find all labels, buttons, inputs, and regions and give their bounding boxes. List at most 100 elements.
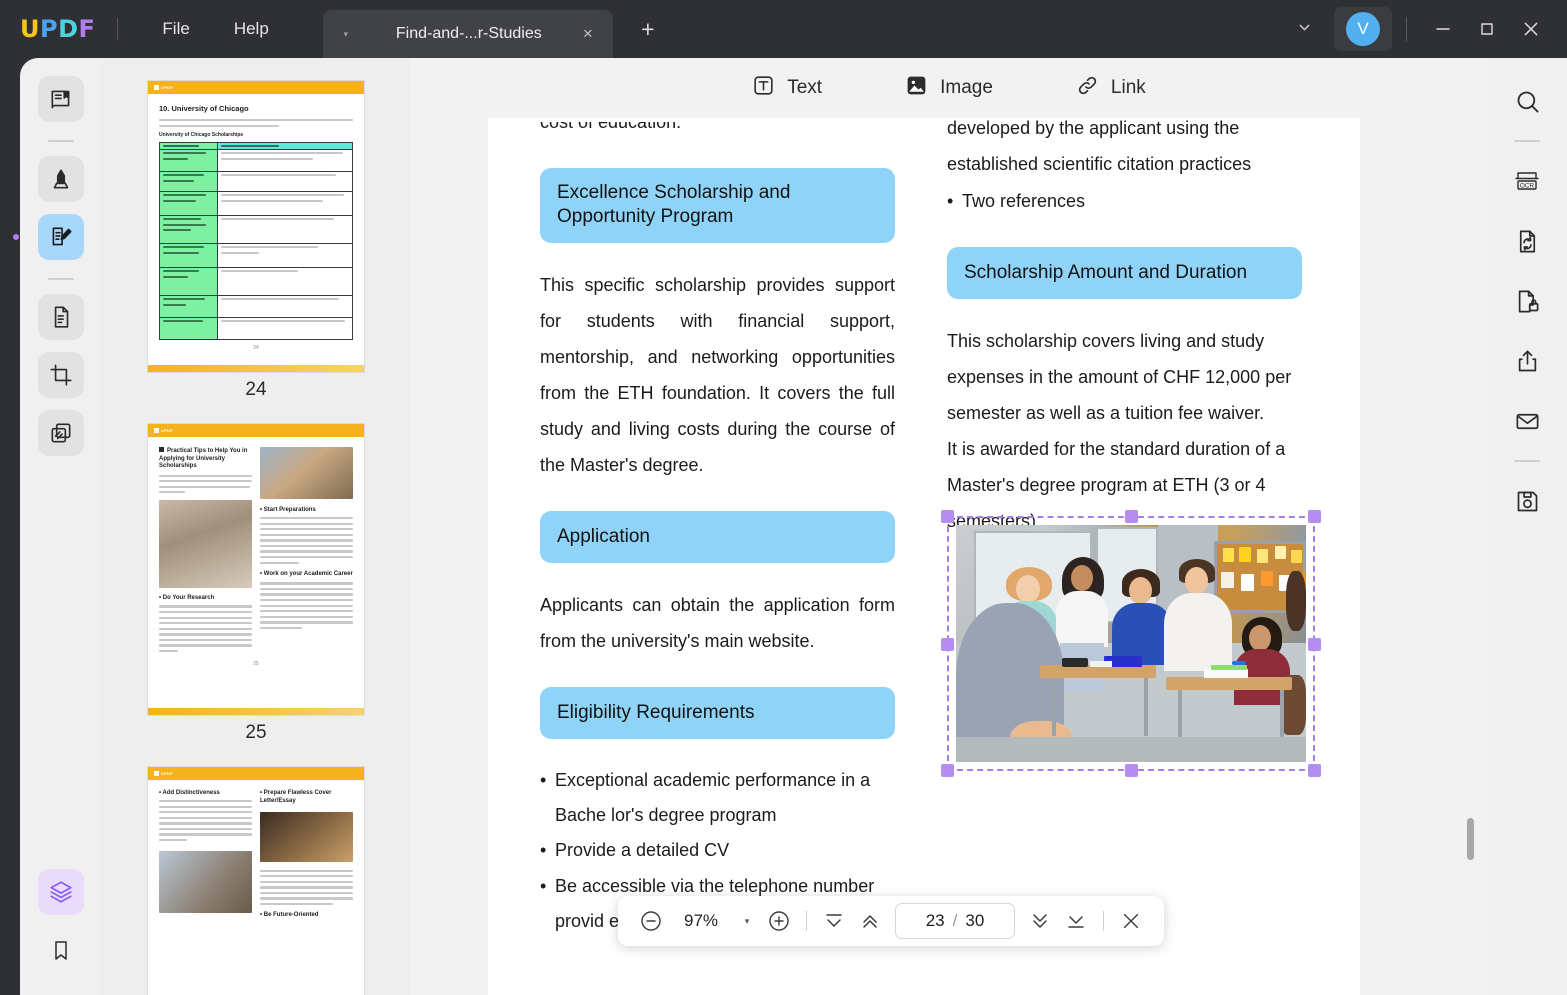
resize-handle-top-center[interactable]	[1125, 510, 1138, 523]
page-number-input[interactable]: 23 / 30	[895, 903, 1015, 939]
search-icon[interactable]	[1504, 78, 1550, 124]
convert-icon[interactable]	[1504, 218, 1550, 264]
logo-letter-p: P	[40, 15, 59, 43]
section-heading-excellence[interactable]: Excellence Scholarship and Opportunity P…	[540, 168, 895, 243]
toolbar-divider-2	[1103, 911, 1104, 931]
list-item[interactable]: Two references	[947, 184, 1302, 219]
thumbnail-page-26[interactable]: UPDF • Add Distinctiveness • Prepare Fla…	[147, 766, 365, 995]
tab-dropdown-caret[interactable]: ▾	[335, 29, 357, 40]
thumbnail-item[interactable]: UPDF • Add Distinctiveness • Prepare Fla…	[102, 766, 410, 995]
thumbnail-page-24[interactable]: UPDF 10. University of Chicago Universit…	[147, 80, 365, 373]
list-item[interactable]: Provide a detailed CV	[540, 833, 895, 868]
right-rail-divider-1	[1514, 140, 1540, 142]
paragraph-amount[interactable]: This scholarship covers living and study…	[947, 323, 1302, 431]
layers-icon[interactable]	[38, 869, 84, 915]
chevron-down-icon[interactable]	[1284, 19, 1324, 40]
paragraph-citation-practices[interactable]: developed by the applicant using the est…	[947, 118, 1302, 182]
classroom-students-photo[interactable]	[941, 510, 1321, 777]
thumb-heading: Add Distinctiveness	[162, 790, 220, 796]
resize-handle-top-right[interactable]	[1308, 510, 1321, 523]
resize-handle-top-left[interactable]	[941, 510, 954, 523]
toolbar-divider-1	[806, 911, 807, 931]
pdf-page[interactable]: cost of education. Excellence Scholarshi…	[488, 118, 1360, 995]
title-bar: UPDF File Help ▾ Find-and-...r-Studies ×…	[0, 0, 1567, 58]
zoom-dropdown-caret[interactable]: ▾	[734, 916, 760, 927]
account-button[interactable]: V	[1334, 7, 1392, 51]
edit-pdf-icon[interactable]	[38, 214, 84, 260]
read-mode-icon[interactable]	[38, 76, 84, 122]
maximize-icon[interactable]	[1465, 9, 1509, 49]
crop-pages-icon[interactable]	[38, 352, 84, 398]
document-scrollbar[interactable]	[1467, 818, 1474, 860]
document-scroll-area[interactable]: cost of education. Excellence Scholarshi…	[410, 118, 1487, 995]
selection-outline	[947, 516, 1315, 771]
resize-handle-middle-left[interactable]	[941, 637, 954, 651]
left-tool-rail	[20, 58, 102, 995]
close-icon[interactable]	[1509, 9, 1553, 49]
thumbnail-panel[interactable]: UPDF 10. University of Chicago Universit…	[102, 58, 410, 995]
list-item[interactable]: Exceptional academic performance in a Ba…	[540, 763, 895, 833]
text-box-icon	[751, 73, 776, 103]
tab-close-icon[interactable]: ×	[575, 24, 601, 44]
thumb-heading: Practical Tips to Help You in Applying f…	[159, 448, 248, 469]
resize-handle-bottom-center[interactable]	[1125, 764, 1138, 777]
close-toolbar-icon[interactable]	[1114, 904, 1148, 938]
ocr-icon[interactable]: OCR	[1504, 158, 1550, 204]
first-page-icon[interactable]	[817, 904, 851, 938]
share-icon[interactable]	[1504, 338, 1550, 384]
current-page-value: 23	[925, 911, 945, 930]
resize-handle-bottom-right[interactable]	[1308, 764, 1321, 777]
edit-toolbar: Text Image Link	[410, 58, 1487, 118]
image-icon	[904, 73, 929, 103]
menu-help[interactable]: Help	[212, 13, 291, 45]
logo-letter-f: F	[78, 15, 96, 43]
page-separator: /	[952, 911, 958, 930]
tool-text[interactable]: Text	[741, 67, 832, 109]
thumb-page-number: 25	[253, 660, 259, 667]
avatar: V	[1346, 12, 1380, 46]
protect-icon[interactable]	[1504, 278, 1550, 324]
prev-page-icon[interactable]	[853, 904, 887, 938]
batch-process-icon[interactable]	[38, 410, 84, 456]
thumbnail-page-25[interactable]: UPDF Practical Tips to Help You in Apply…	[147, 423, 365, 716]
section-heading-eligibility[interactable]: Eligibility Requirements	[540, 686, 895, 740]
logo-letter-u: U	[20, 15, 40, 43]
total-pages-value: 30	[965, 911, 985, 930]
resize-handle-middle-right[interactable]	[1308, 637, 1321, 651]
thumbnail-item[interactable]: UPDF 10. University of Chicago Universit…	[102, 80, 410, 423]
thumb-table	[159, 141, 354, 340]
highlighter-icon[interactable]	[38, 156, 84, 202]
zoom-in-button[interactable]	[762, 904, 796, 938]
email-icon[interactable]	[1504, 398, 1550, 444]
organize-pages-icon[interactable]	[38, 294, 84, 340]
titlebar-divider	[117, 18, 119, 40]
tab-title: Find-and-...r-Studies	[395, 25, 542, 42]
resize-handle-bottom-left[interactable]	[941, 764, 954, 777]
thumbnail-item[interactable]: UPDF Practical Tips to Help You in Apply…	[102, 423, 410, 766]
tool-link-label: Link	[1110, 77, 1146, 98]
svg-text:OCR: OCR	[1520, 182, 1535, 189]
paragraph-application[interactable]: Applicants can obtain the application fo…	[540, 587, 895, 659]
paragraph-excellence[interactable]: This specific scholarship provides suppo…	[540, 267, 895, 483]
rail-divider-2	[48, 278, 74, 280]
next-page-icon[interactable]	[1023, 904, 1057, 938]
document-tab[interactable]: ▾ Find-and-...r-Studies ×	[322, 10, 613, 58]
new-tab-icon[interactable]: +	[633, 16, 663, 43]
zoom-out-button[interactable]	[634, 904, 668, 938]
zoom-level-value[interactable]: 97%	[670, 911, 732, 931]
save-icon[interactable]	[1504, 478, 1550, 524]
last-page-icon[interactable]	[1059, 904, 1093, 938]
minimize-icon[interactable]	[1421, 9, 1465, 49]
bookmark-icon[interactable]	[38, 927, 84, 973]
thumb-title: 10. University of Chicago	[159, 104, 249, 113]
cut-text-top-left: cost of education.	[540, 122, 682, 132]
tool-image[interactable]: Image	[894, 67, 1003, 109]
menu-file[interactable]: File	[140, 13, 211, 45]
section-heading-amount-duration[interactable]: Scholarship Amount and Duration	[947, 247, 1302, 300]
link-icon	[1075, 73, 1100, 103]
section-heading-application[interactable]: Application	[540, 510, 895, 563]
thumb-heading: Be Future-Oriented	[263, 912, 319, 919]
updf-application-window: UPDF File Help ▾ Find-and-...r-Studies ×…	[0, 0, 1567, 995]
rail-divider-1	[48, 140, 74, 142]
tool-link[interactable]: Link	[1065, 67, 1156, 109]
